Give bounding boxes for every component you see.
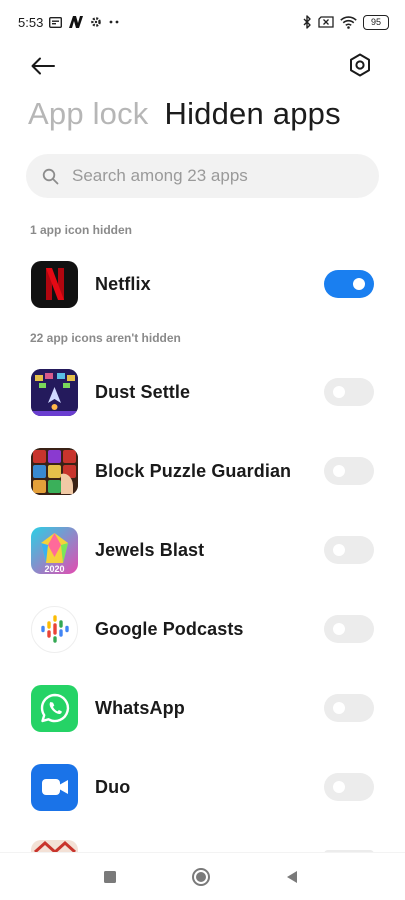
top-bar: [0, 48, 405, 84]
search-input[interactable]: [72, 166, 352, 186]
dust-settle-icon: [31, 368, 78, 416]
list-item-google-podcasts[interactable]: Google Podcasts: [0, 597, 405, 661]
back-nav-button[interactable]: [282, 867, 302, 887]
tab-bar: App lock Hidden apps: [28, 96, 341, 132]
hide-toggle-dust-settle[interactable]: [324, 378, 374, 406]
toggle-knob: [333, 702, 345, 714]
tab-hidden-apps[interactable]: Hidden apps: [165, 96, 341, 132]
battery-icon: 95: [363, 14, 389, 30]
app-name: Duo: [95, 776, 131, 797]
tab-app-lock[interactable]: App lock: [28, 96, 149, 132]
toggle-knob: [333, 465, 345, 477]
home-circle-icon: [192, 868, 210, 886]
status-right: 95: [303, 14, 389, 30]
settings-button[interactable]: [345, 50, 375, 80]
home-button[interactable]: [191, 867, 211, 887]
google-podcasts-icon: [31, 605, 78, 653]
list-item-netflix[interactable]: Netflix: [0, 252, 405, 316]
toggle-knob: [333, 386, 345, 398]
more-dots-icon: [108, 20, 120, 24]
navigation-bar: [0, 852, 405, 900]
gear-icon: [90, 16, 102, 28]
toggle-knob: [333, 781, 345, 793]
hide-toggle-block-puzzle-guardian[interactable]: [324, 457, 374, 485]
app-name: Block Puzzle Guardian: [95, 460, 292, 481]
list-item-whatsapp[interactable]: WhatsApp: [0, 676, 405, 740]
toggle-knob: [333, 544, 345, 556]
app-name: Dust Settle: [95, 381, 191, 402]
wifi-icon: [340, 15, 357, 29]
status-time: 5:53: [18, 14, 44, 30]
no-sim-icon: [318, 16, 334, 28]
hide-toggle-netflix[interactable]: [324, 270, 374, 298]
hide-toggle-duo[interactable]: [324, 773, 374, 801]
list-item-jewels-blast[interactable]: 2020 Jewels Blast: [0, 518, 405, 582]
search-bar[interactable]: [26, 154, 379, 198]
recents-button[interactable]: [100, 867, 120, 887]
status-left: 5:53: [18, 15, 120, 30]
section-label-hidden: 1 app icon hidden: [30, 223, 133, 237]
app-name: Google Podcasts: [95, 618, 244, 639]
back-button[interactable]: [28, 52, 58, 80]
hide-toggle-jewels-blast[interactable]: [324, 536, 374, 564]
toggle-knob: [333, 623, 345, 635]
hide-toggle-google-podcasts[interactable]: [324, 615, 374, 643]
jewels-badge: 2020: [44, 564, 64, 574]
recents-square-icon: [104, 871, 116, 883]
whatsapp-icon: [31, 684, 78, 732]
app-name: Netflix: [95, 273, 151, 294]
bluetooth-icon: [303, 15, 312, 29]
list-item-duo[interactable]: Duo: [0, 755, 405, 819]
app-name: Jewels Blast: [95, 539, 205, 560]
jewels-blast-icon: 2020: [31, 526, 78, 574]
n-app-icon: [68, 15, 84, 29]
section-label-not-hidden: 22 app icons aren't hidden: [30, 331, 181, 345]
list-item-dust-settle[interactable]: Dust Settle: [0, 360, 405, 424]
toggle-knob: [353, 278, 365, 290]
app-name: WhatsApp: [95, 697, 185, 718]
settings-hex-icon: [350, 53, 370, 77]
status-bar: 5:53 95: [0, 0, 405, 44]
screen-icon: [49, 16, 63, 28]
block-puzzle-icon: [31, 447, 78, 495]
duo-icon: [31, 763, 78, 811]
netflix-icon: [31, 260, 78, 308]
back-triangle-icon: [287, 871, 297, 883]
hide-toggle-whatsapp[interactable]: [324, 694, 374, 722]
search-icon: [40, 166, 60, 186]
back-arrow-icon: [31, 57, 55, 75]
list-item-block-puzzle-guardian[interactable]: Block Puzzle Guardian: [0, 439, 405, 503]
